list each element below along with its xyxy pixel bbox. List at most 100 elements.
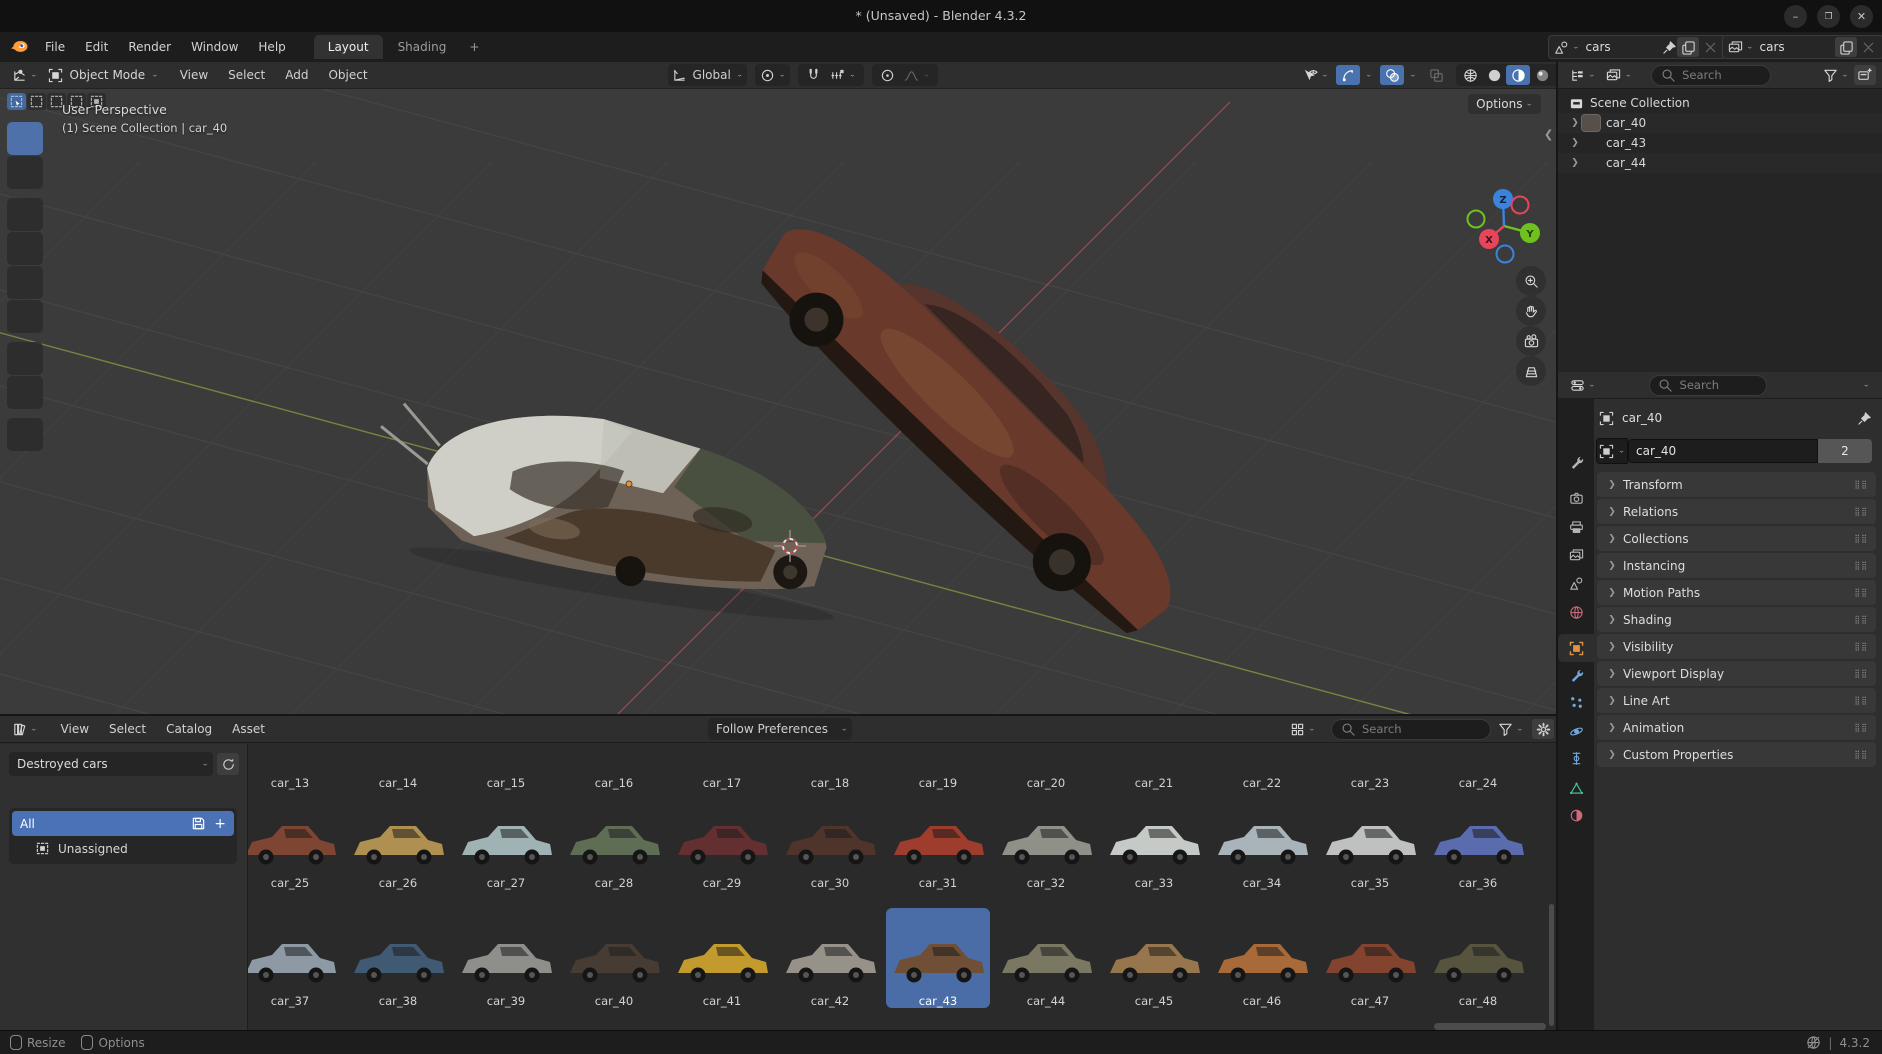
outliner-row-car_40[interactable]: ❯ car_40 <box>1558 113 1882 133</box>
asset-item-car_19[interactable]: car_19 <box>886 746 990 790</box>
tab-particles[interactable] <box>1558 688 1594 716</box>
asset-checkbox[interactable] <box>1107 965 1123 984</box>
tool-annotate[interactable] <box>7 342 43 375</box>
view-layer-name[interactable]: cars <box>1754 40 1791 54</box>
select-mode-tweak[interactable] <box>7 93 26 110</box>
asset-menu-catalog[interactable]: Catalog <box>156 718 222 740</box>
asset-checkbox[interactable] <box>248 965 259 984</box>
disable-render-icon[interactable] <box>1854 115 1870 131</box>
options-dropdown[interactable]: Options⌄ <box>1468 94 1541 114</box>
asset-item-car_31[interactable]: car_31 <box>886 790 990 890</box>
outliner-filter-dropdown[interactable]: ⌄ <box>1817 65 1854 85</box>
asset-menu-view[interactable]: View <box>51 718 99 740</box>
asset-checkbox[interactable] <box>1323 847 1339 866</box>
asset-library-dropdown[interactable]: Destroyed cars⌄ <box>9 752 213 776</box>
asset-editor-type[interactable]: ⌄ <box>6 719 43 739</box>
save-catalog-icon[interactable] <box>190 816 206 832</box>
blender-logo-icon[interactable] <box>10 38 29 56</box>
hide-viewport-icon[interactable] <box>1830 135 1846 151</box>
tab-scene[interactable] <box>1558 569 1594 597</box>
asset-checkbox[interactable] <box>1431 746 1447 765</box>
pin-scene-icon[interactable] <box>1661 39 1677 55</box>
scene-name[interactable]: cars <box>1580 40 1617 54</box>
asset-item-car_22[interactable]: car_22 <box>1210 746 1314 790</box>
disable-render-icon[interactable] <box>1854 135 1870 151</box>
asset-checkbox[interactable] <box>459 746 475 765</box>
asset-item-car_20[interactable]: car_20 <box>994 746 1098 790</box>
workspace-tab-shading[interactable]: Shading <box>384 35 461 59</box>
asset-checkbox[interactable] <box>1431 965 1447 984</box>
asset-item-car_28[interactable]: car_28 <box>562 790 666 890</box>
asset-checkbox[interactable] <box>675 746 691 765</box>
asset-checkbox[interactable] <box>459 965 475 984</box>
asset-checkbox[interactable] <box>999 965 1015 984</box>
panel-drag-handle[interactable]: ⣿⣿ <box>1854 642 1868 651</box>
gizmo-dropdown[interactable]: ⌄ <box>1365 71 1373 79</box>
asset-checkbox[interactable] <box>567 746 583 765</box>
viewport-menu-select[interactable]: Select <box>218 64 275 86</box>
tab-object[interactable] <box>1558 634 1594 662</box>
panel-drag-handle[interactable]: ⣿⣿ <box>1854 615 1868 624</box>
panel-motion-paths[interactable]: ❯ Motion Paths ⣿⣿ <box>1597 580 1876 605</box>
tool-transform[interactable] <box>7 300 43 333</box>
sidebar-collapse-arrow[interactable]: ❮ <box>1544 128 1553 141</box>
asset-checkbox[interactable] <box>567 965 583 984</box>
asset-item-car_34[interactable]: car_34 <box>1210 790 1314 890</box>
panel-drag-handle[interactable]: ⣿⣿ <box>1854 561 1868 570</box>
asset-item-car_36[interactable]: car_36 <box>1426 790 1530 890</box>
delete-scene-button[interactable] <box>1699 37 1721 57</box>
tab-modifiers[interactable] <box>1558 661 1594 689</box>
asset-item-car_14[interactable]: car_14 <box>346 746 450 790</box>
gizmo-z-neg[interactable] <box>1497 246 1514 263</box>
disable-render-icon[interactable] <box>1854 155 1870 171</box>
outliner-row-car_44[interactable]: ❯ car_44 <box>1558 153 1882 173</box>
asset-item-car_42[interactable]: car_42 <box>778 908 882 1008</box>
asset-checkbox[interactable] <box>891 965 907 984</box>
tool-measure[interactable] <box>7 376 43 409</box>
falloff-dropdown[interactable]: ⌄ <box>900 65 934 85</box>
panel-visibility[interactable]: ❯ Visibility ⣿⣿ <box>1597 634 1876 659</box>
panel-animation[interactable]: ❯ Animation ⣿⣿ <box>1597 715 1876 740</box>
properties-options-dropdown[interactable]: ⌄ <box>1862 381 1870 389</box>
tab-render[interactable] <box>1558 484 1594 512</box>
asset-checkbox[interactable] <box>783 746 799 765</box>
import-method-dropdown[interactable]: Follow Preferences⌄ <box>708 718 852 740</box>
panel-viewport-display[interactable]: ❯ Viewport Display ⣿⣿ <box>1597 661 1876 686</box>
tab-physics[interactable] <box>1558 717 1594 745</box>
asset-search-input[interactable]: Search <box>1331 719 1491 740</box>
new-scene-button[interactable] <box>1677 37 1699 57</box>
outliner-row-car_43[interactable]: ❯ car_43 <box>1558 133 1882 153</box>
asset-checkbox[interactable] <box>1431 847 1447 866</box>
expand-arrow-icon[interactable]: ❯ <box>1568 118 1582 128</box>
asset-item-car_25[interactable]: car_25 <box>248 790 342 890</box>
asset-item-car_23[interactable]: car_23 <box>1318 746 1422 790</box>
hide-viewport-icon[interactable] <box>1830 115 1846 131</box>
asset-checkbox[interactable] <box>891 746 907 765</box>
wreck-car-left[interactable] <box>360 385 858 631</box>
snap-toggle[interactable] <box>802 65 826 85</box>
viewport-menu-view[interactable]: View <box>170 64 218 86</box>
asset-checkbox[interactable] <box>1215 746 1231 765</box>
network-offline-icon[interactable] <box>1805 1035 1821 1051</box>
delete-view-layer-button[interactable] <box>1857 37 1879 57</box>
asset-item-car_30[interactable]: car_30 <box>778 790 882 890</box>
zoom-view-button[interactable] <box>1516 266 1546 296</box>
asset-checkbox[interactable] <box>675 847 691 866</box>
object-name-input[interactable]: car_40 <box>1628 439 1818 463</box>
maximize-button[interactable]: ❐ <box>1817 5 1840 28</box>
shading-solid-button[interactable] <box>1482 65 1506 85</box>
panel-drag-handle[interactable]: ⣿⣿ <box>1854 669 1868 678</box>
menu-help[interactable]: Help <box>248 36 295 58</box>
panel-drag-handle[interactable]: ⣿⣿ <box>1854 696 1868 705</box>
tab-output[interactable] <box>1558 513 1594 541</box>
outliner-filter-type[interactable]: ⌄ <box>1601 65 1638 85</box>
panel-drag-handle[interactable]: ⣿⣿ <box>1854 534 1868 543</box>
menu-edit[interactable]: Edit <box>75 36 118 58</box>
asset-checkbox[interactable] <box>1107 746 1123 765</box>
properties-search-input[interactable]: Search <box>1649 375 1767 396</box>
shading-wireframe-button[interactable] <box>1458 65 1482 85</box>
outliner-scene-collection-row[interactable]: Scene Collection <box>1558 93 1882 113</box>
object-id-dropdown[interactable]: ⌄ <box>1596 438 1628 464</box>
asset-item-car_43[interactable]: car_43 <box>886 908 990 1008</box>
tool-move[interactable] <box>7 198 43 231</box>
